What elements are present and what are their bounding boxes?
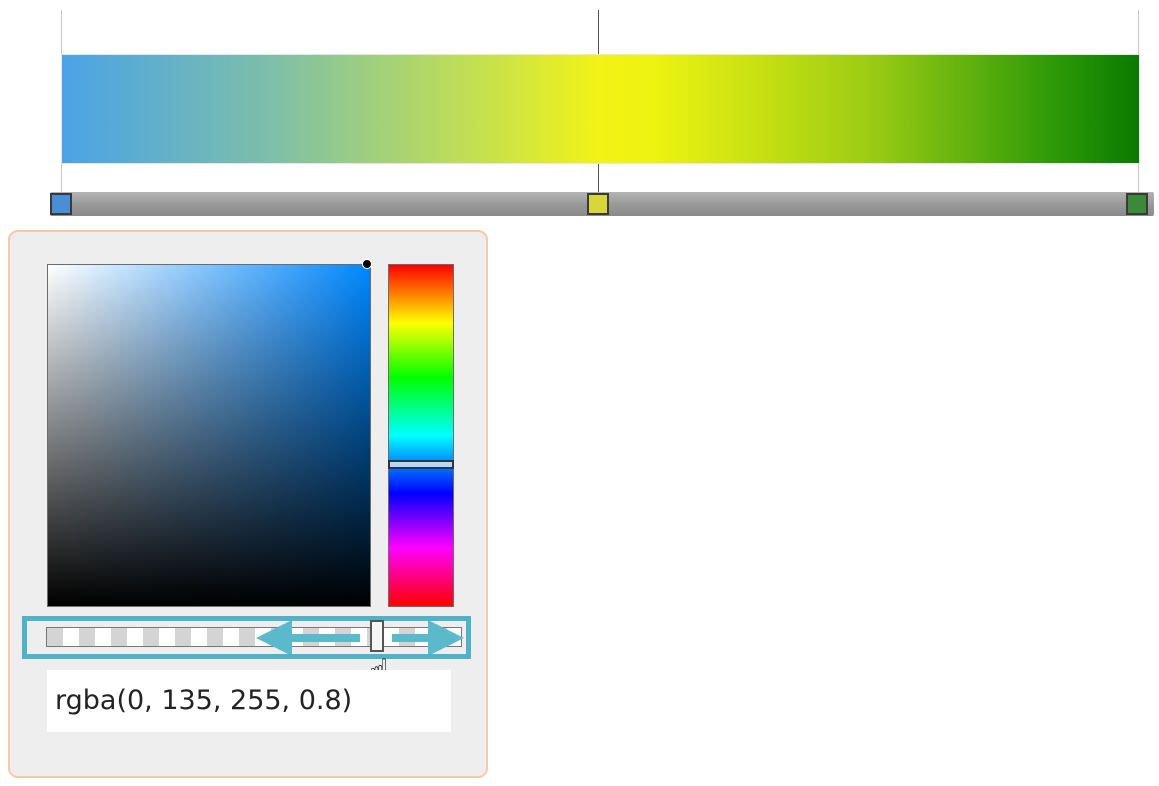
saturation-value-area[interactable] (47, 264, 371, 607)
hue-slider-handle[interactable] (388, 460, 454, 469)
alpha-slider-handle[interactable] (370, 620, 384, 652)
gradient-preview (62, 55, 1139, 163)
color-value-input[interactable] (47, 670, 451, 732)
hue-slider[interactable] (388, 264, 454, 607)
saturation-value-marker[interactable] (362, 259, 372, 269)
stop-handle-left[interactable] (50, 193, 72, 215)
gradient-editor: ☝ (0, 0, 1159, 786)
stop-handle-right[interactable] (1126, 193, 1148, 215)
alpha-slider-highlight (22, 616, 471, 659)
stop-handle-middle[interactable] (587, 193, 609, 215)
